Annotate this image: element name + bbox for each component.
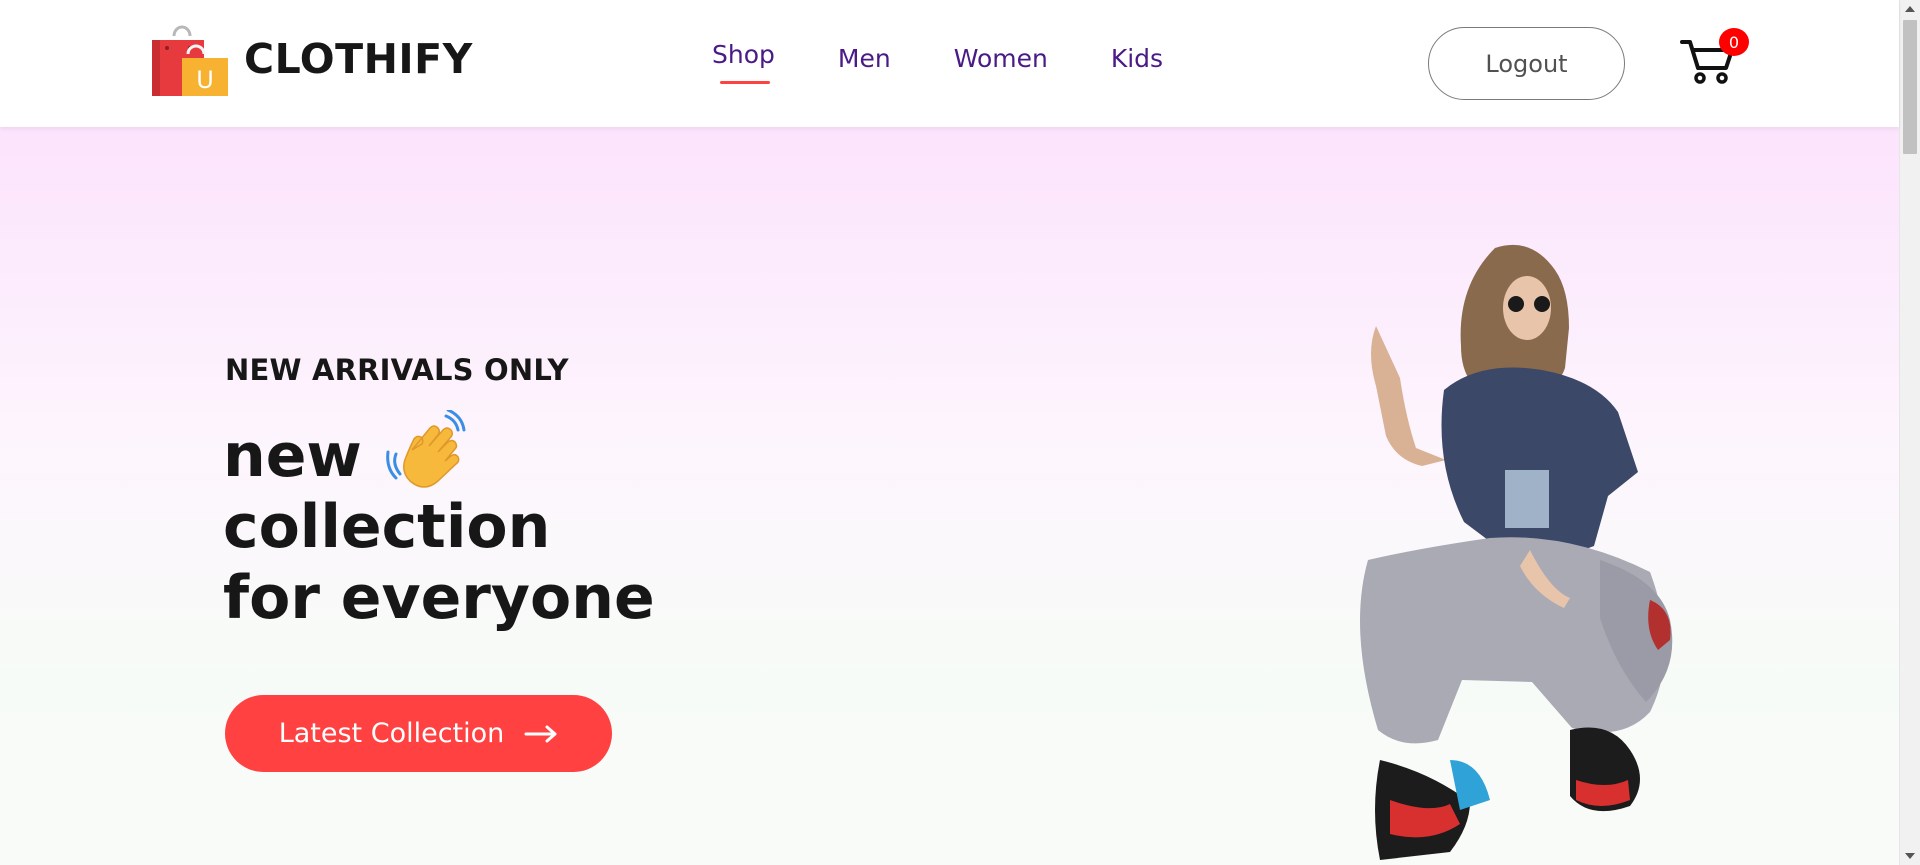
scroll-down-icon[interactable] (1905, 853, 1915, 859)
navbar: U CLOTHIFY Shop Men Women Kids Logout 0 (0, 0, 1899, 127)
logout-button[interactable]: Logout (1428, 27, 1625, 100)
nav-item-kids[interactable]: Kids (1111, 44, 1163, 73)
hero-headline: new collection for everyone (223, 410, 655, 634)
nav-item-women[interactable]: Women (954, 44, 1048, 73)
nav-item-label: Kids (1110, 44, 1164, 73)
active-nav-indicator (720, 81, 770, 84)
svg-text:U: U (196, 66, 214, 94)
hero-eyebrow: NEW ARRIVALS ONLY (225, 353, 569, 387)
headline-word: new (223, 421, 362, 491)
headline-line-2: collection (223, 492, 551, 562)
scrollbar-thumb[interactable] (1903, 20, 1917, 154)
brand-logo[interactable]: U CLOTHIFY (150, 22, 473, 96)
waving-hand-icon (386, 410, 466, 488)
model-photo (1360, 244, 1673, 860)
brand-name: CLOTHIFY (244, 35, 473, 83)
main-nav: Shop Men Women Kids (712, 40, 1226, 84)
cta-label: Latest Collection (278, 718, 505, 749)
nav-item-label: Women (953, 44, 1048, 73)
latest-collection-button[interactable]: Latest Collection (225, 695, 612, 772)
cart-count-badge: 0 (1719, 28, 1749, 56)
nav-item-label: Shop (712, 40, 775, 69)
nav-item-men[interactable]: Men (838, 44, 891, 73)
headline-line-1: new (223, 410, 655, 492)
headline-line-3: for everyone (223, 563, 655, 633)
vertical-scrollbar[interactable] (1899, 0, 1920, 865)
shopping-bags-icon: U (152, 25, 228, 96)
arrow-right-icon (524, 725, 557, 742)
nav-item-label: Men (837, 44, 891, 73)
nav-item-shop[interactable]: Shop (712, 40, 775, 84)
scroll-up-icon[interactable] (1905, 6, 1915, 12)
